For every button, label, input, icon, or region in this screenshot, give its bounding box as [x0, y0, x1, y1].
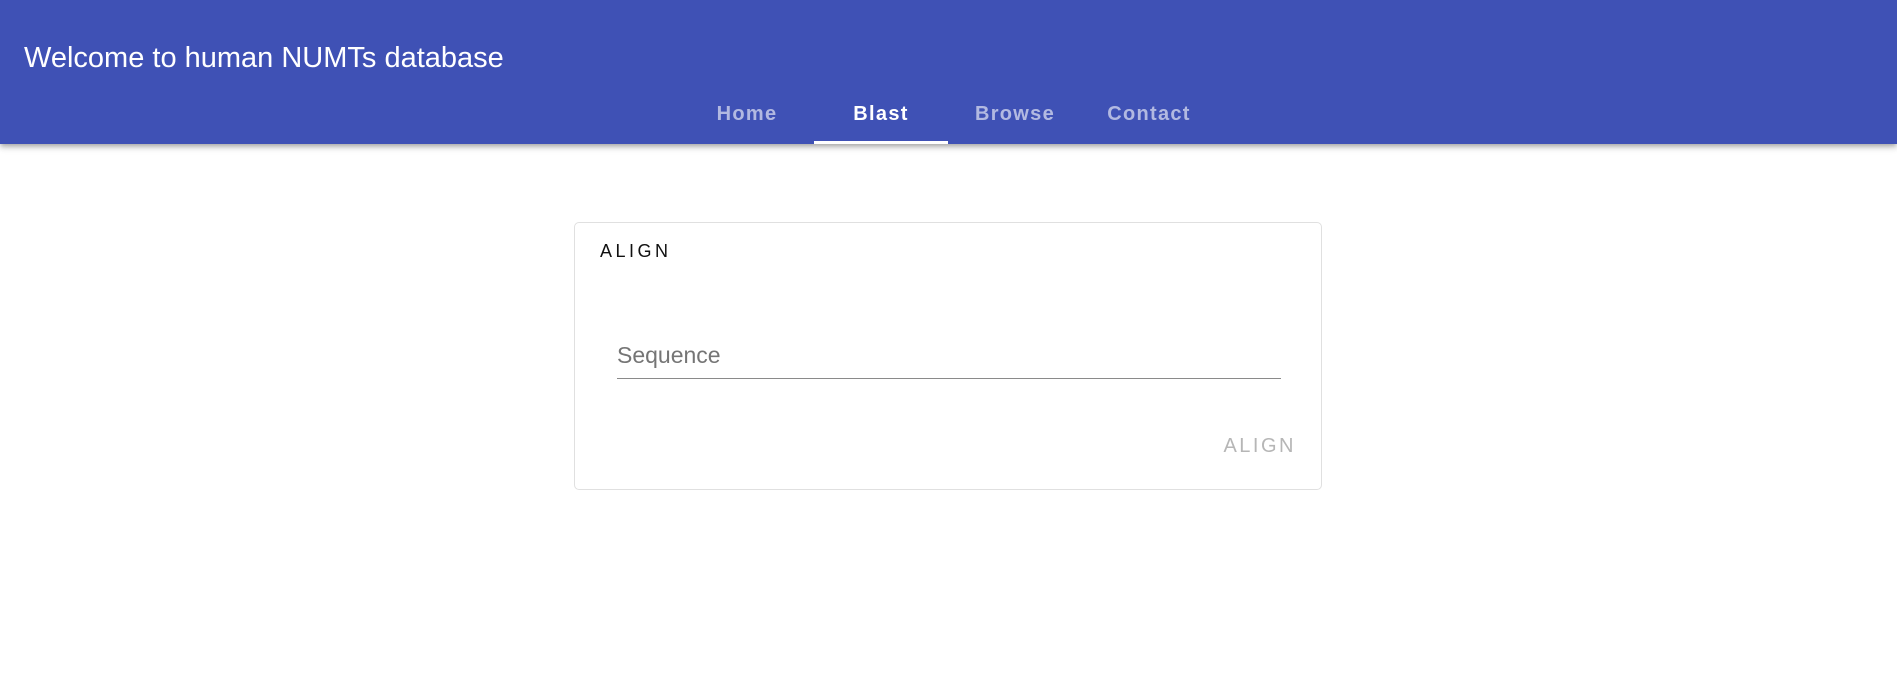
tab-browse[interactable]: Browse [948, 84, 1082, 144]
main-tabs: Home Blast Browse Contact [680, 84, 1216, 144]
active-tab-indicator [814, 141, 948, 144]
sequence-input[interactable] [617, 333, 1281, 379]
tab-blast[interactable]: Blast [814, 84, 948, 144]
app-title: Welcome to human NUMTs database [24, 42, 504, 74]
card-title: ALIGN [600, 241, 672, 261]
tab-home-label: Home [716, 102, 778, 125]
tab-contact-label: Contact [1107, 102, 1191, 125]
app-bar: Welcome to human NUMTs database Home Bla… [0, 0, 1897, 144]
sequence-field [617, 333, 1281, 381]
tab-home[interactable]: Home [680, 84, 814, 144]
tab-browse-label: Browse [974, 102, 1056, 125]
align-button[interactable]: ALIGN [1223, 435, 1296, 458]
align-card: ALIGN ALIGN [574, 222, 1322, 490]
tab-blast-label: Blast [853, 102, 909, 125]
tab-contact[interactable]: Contact [1082, 84, 1216, 144]
